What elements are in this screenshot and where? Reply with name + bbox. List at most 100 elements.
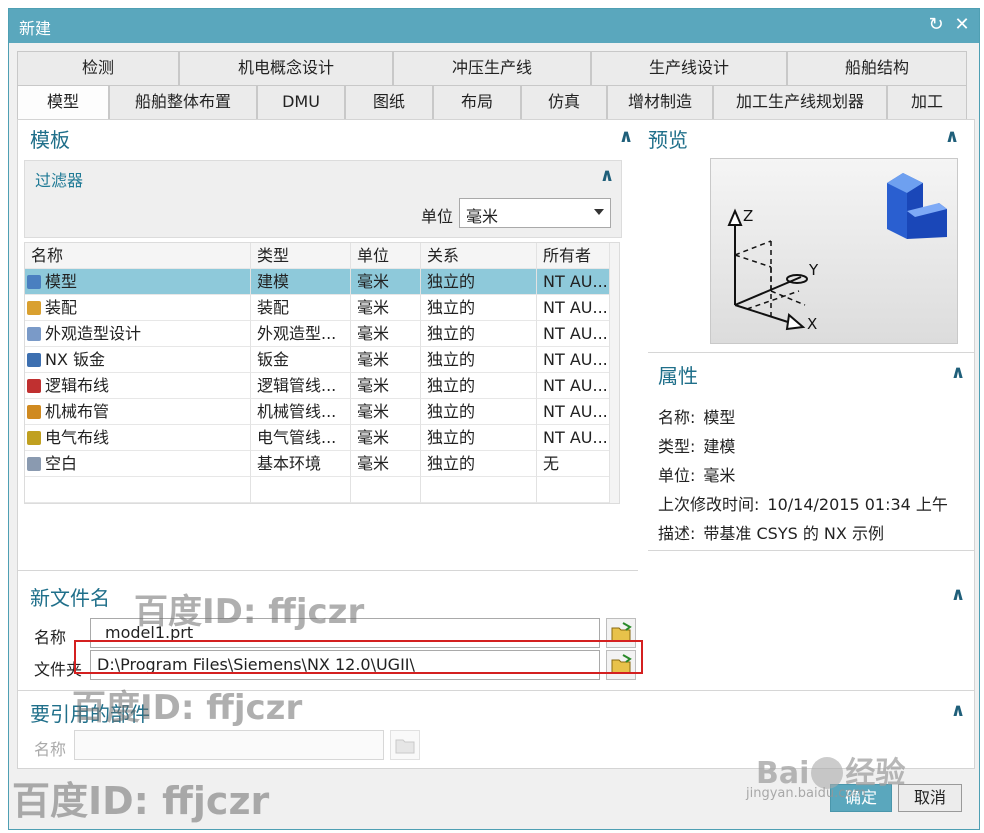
logical-routing-icon bbox=[27, 379, 41, 393]
table-row-empty bbox=[25, 477, 611, 503]
column-header-name[interactable]: 名称 bbox=[25, 243, 251, 269]
row-unit-cell: 毫米 bbox=[351, 399, 421, 425]
filter-panel: 过滤器 ∧ 单位 毫米 bbox=[24, 160, 622, 238]
browse-referenced-part-button[interactable] bbox=[390, 730, 420, 760]
table-row[interactable]: 模型 建模 毫米 独立的 NT AU... bbox=[25, 269, 611, 295]
tab-simulation[interactable]: 仿真 bbox=[521, 85, 607, 119]
row-name-cell: 模型 bbox=[25, 269, 251, 295]
preview-collapse-icon[interactable]: ∧ bbox=[942, 128, 962, 146]
row-relation-cell: 独立的 bbox=[421, 399, 537, 425]
tab-manufacturing[interactable]: 加工 bbox=[887, 85, 967, 119]
assembly-icon bbox=[27, 301, 41, 315]
column-header-type[interactable]: 类型 bbox=[251, 243, 351, 269]
axis-y-label: Y bbox=[808, 261, 819, 279]
table-row[interactable]: 装配 装配 毫米 独立的 NT AU... bbox=[25, 295, 611, 321]
axis-x-label: X bbox=[807, 315, 817, 333]
tab-dmu[interactable]: DMU bbox=[257, 85, 345, 119]
row-type-cell: 装配 bbox=[251, 295, 351, 321]
unit-select[interactable]: 毫米 bbox=[459, 198, 611, 228]
tab-drawing[interactable]: 图纸 bbox=[345, 85, 433, 119]
table-row[interactable]: 逻辑布线 逻辑管线... 毫米 独立的 NT AU... bbox=[25, 373, 611, 399]
referenced-part-collapse-icon[interactable]: ∧ bbox=[948, 702, 968, 720]
property-description: 描述: 带基准 CSYS 的 NX 示例 bbox=[658, 524, 884, 543]
tab-additive[interactable]: 增材制造 bbox=[607, 85, 713, 119]
property-name: 名称: 模型 bbox=[658, 408, 736, 427]
unit-label: 单位 bbox=[421, 207, 454, 226]
row-owner-cell: NT AU... bbox=[537, 295, 611, 321]
row-unit-cell: 毫米 bbox=[351, 295, 421, 321]
tab-ship-layout[interactable]: 船舶整体布置 bbox=[109, 85, 257, 119]
row-name-cell: 空白 bbox=[25, 451, 251, 477]
chevron-down-icon bbox=[594, 209, 604, 215]
preview-divider bbox=[648, 352, 974, 353]
axis-z-label: Z bbox=[743, 207, 753, 225]
new-file-name-label: 名称 bbox=[34, 628, 67, 647]
template-collapse-icon[interactable]: ∧ bbox=[616, 128, 636, 146]
tab-inspection[interactable]: 检测 bbox=[17, 51, 179, 85]
property-type: 类型: 建模 bbox=[658, 437, 736, 456]
tab-line-design[interactable]: 生产线设计 bbox=[591, 51, 787, 85]
tab-model[interactable]: 模型 bbox=[17, 85, 109, 119]
refresh-icon[interactable]: ↻ bbox=[925, 13, 947, 37]
table-row[interactable]: 空白 基本环境 毫米 独立的无 bbox=[25, 451, 611, 477]
row-relation-cell: 独立的 bbox=[421, 347, 537, 373]
row-owner-cell: NT AU... bbox=[537, 399, 611, 425]
tab-mechatronics[interactable]: 机电概念设计 bbox=[179, 51, 393, 85]
close-icon[interactable]: ✕ bbox=[951, 13, 973, 37]
tab-machining-line-planner[interactable]: 加工生产线规划器 bbox=[713, 85, 887, 119]
empty-cell bbox=[25, 477, 251, 503]
row-owner-cell: NT AU... bbox=[537, 321, 611, 347]
row-name-cell: 电气布线 bbox=[25, 425, 251, 451]
empty-cell bbox=[537, 477, 611, 503]
filter-collapse-icon[interactable]: ∧ bbox=[597, 167, 617, 185]
preview-section-title: 预览 bbox=[648, 128, 688, 152]
paw-icon bbox=[811, 757, 844, 789]
row-relation-cell: 独立的 bbox=[421, 425, 537, 451]
folder-icon bbox=[395, 739, 415, 754]
row-type-cell: 基本环境 bbox=[251, 451, 351, 477]
folder-highlight-box bbox=[74, 640, 643, 674]
row-owner-cell: 无 bbox=[537, 451, 611, 477]
electrical-routing-icon bbox=[27, 431, 41, 445]
tab-row-front: 模型 船舶整体布置 DMU 图纸 布局 仿真 增材制造 加工生产线规划器 加工 bbox=[17, 85, 967, 119]
watermark-baidu-id: 百度ID: ffjczr bbox=[72, 688, 303, 728]
csys-preview-drawing: Z Y X bbox=[727, 173, 947, 333]
row-type-cell: 建模 bbox=[251, 269, 351, 295]
new-file-collapse-icon[interactable]: ∧ bbox=[948, 586, 968, 604]
model-icon bbox=[27, 275, 41, 289]
watermark-baidu-id: 百度ID: ffjczr bbox=[12, 779, 270, 823]
table-row[interactable]: 电气布线 电气管线... 毫米 独立的 NT AU... bbox=[25, 425, 611, 451]
cancel-button[interactable]: 取消 bbox=[898, 784, 962, 812]
row-relation-cell: 独立的 bbox=[421, 451, 537, 477]
row-type-cell: 外观造型... bbox=[251, 321, 351, 347]
watermark-jingyan-url: jingyan.baidu.com bbox=[746, 786, 866, 801]
properties-collapse-icon[interactable]: ∧ bbox=[948, 364, 968, 382]
row-name-cell: 外观造型设计 bbox=[25, 321, 251, 347]
table-scrollbar[interactable] bbox=[609, 243, 619, 503]
properties-divider bbox=[648, 550, 974, 551]
empty-cell bbox=[251, 477, 351, 503]
row-type-cell: 钣金 bbox=[251, 347, 351, 373]
empty-cell bbox=[351, 477, 421, 503]
blank-icon bbox=[27, 457, 41, 471]
tab-layout[interactable]: 布局 bbox=[433, 85, 521, 119]
table-row[interactable]: 机械布管 机械管线... 毫米 独立的 NT AU... bbox=[25, 399, 611, 425]
model-logo-icon bbox=[887, 173, 947, 239]
column-header-owner[interactable]: 所有者 bbox=[537, 243, 611, 269]
tab-press-line[interactable]: 冲压生产线 bbox=[393, 51, 591, 85]
property-unit: 单位: 毫米 bbox=[658, 466, 736, 485]
filter-title: 过滤器 bbox=[35, 171, 84, 190]
column-header-relation[interactable]: 关系 bbox=[421, 243, 537, 269]
table-row[interactable]: NX 钣金 钣金 毫米 独立的 NT AU... bbox=[25, 347, 611, 373]
row-relation-cell: 独立的 bbox=[421, 373, 537, 399]
table-row[interactable]: 外观造型设计 外观造型... 毫米 独立的 NT AU... bbox=[25, 321, 611, 347]
column-header-unit[interactable]: 单位 bbox=[351, 243, 421, 269]
row-relation-cell: 独立的 bbox=[421, 295, 537, 321]
referenced-part-name-input[interactable] bbox=[74, 730, 384, 760]
property-modified: 上次修改时间: 10/14/2015 01:34 上午 bbox=[658, 495, 948, 514]
tab-ship-structure[interactable]: 船舶结构 bbox=[787, 51, 967, 85]
row-unit-cell: 毫米 bbox=[351, 321, 421, 347]
shape-design-icon bbox=[27, 327, 41, 341]
row-relation-cell: 独立的 bbox=[421, 269, 537, 295]
row-type-cell: 机械管线... bbox=[251, 399, 351, 425]
